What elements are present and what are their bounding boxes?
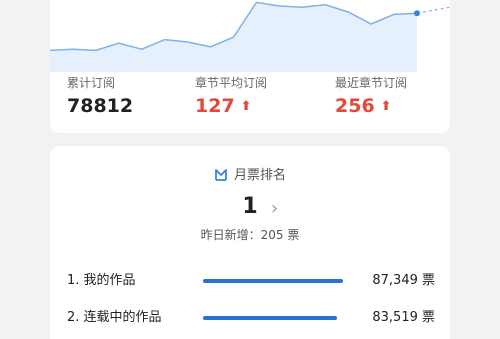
average-chapter-subscriptions-value: 127 [195,95,235,117]
rank-number: 1 [242,194,258,219]
latest-chapter-subscriptions-stat: 最近章节订阅 256 ⬆ [335,76,407,118]
ranking-row-tickets: 83,519 票 [372,310,435,325]
chart-projection-line [416,6,450,14]
total-subscriptions-stat: 累计订阅 78812 [67,76,133,117]
ranking-header: 月票排名 [50,168,450,187]
ranking-row-name: 2. 连载中的作品 [67,310,162,325]
subscription-stats-card: 累计订阅 78812 章节平均订阅 127 ⬆ 最近章节订阅 256 ⬆ [50,0,450,133]
ranking-row-bar [203,279,343,283]
ranking-row: 2. 连载中的作品 83,519 票 [50,307,450,329]
arrow-up-icon: ⬆ [240,99,252,114]
monthly-ticket-ranking-card: 月票排名 1 › 昨日新增：205 票 1. 我的作品 87,349 票 2. … [50,146,450,339]
ranking-title: 月票排名 [233,168,286,183]
yesterday-added-text: 昨日新增：205 票 [200,228,300,242]
chevron-right-icon[interactable]: › [271,196,278,222]
ticket-icon [214,168,228,187]
arrow-up-icon: ⬆ [380,99,392,114]
average-chapter-subscriptions-stat: 章节平均订阅 127 ⬆ [195,76,267,118]
total-subscriptions-label: 累计订阅 [67,76,116,90]
ranking-row-name: 1. 我的作品 [67,273,136,288]
average-chapter-subscriptions-label: 章节平均订阅 [195,76,268,90]
subscription-trend-chart [50,1,450,72]
total-subscriptions-value: 78812 [67,95,134,117]
latest-chapter-subscriptions-value: 256 [335,95,375,117]
ranking-row-tickets: 87,349 票 [372,273,435,288]
rank-position[interactable]: 1 › [50,194,450,220]
ranking-row: 1. 我的作品 87,349 票 [50,270,450,292]
latest-chapter-subscriptions-label: 最近章节订阅 [335,76,408,90]
ranking-row-bar [203,316,338,320]
chart-current-point [414,10,420,17]
